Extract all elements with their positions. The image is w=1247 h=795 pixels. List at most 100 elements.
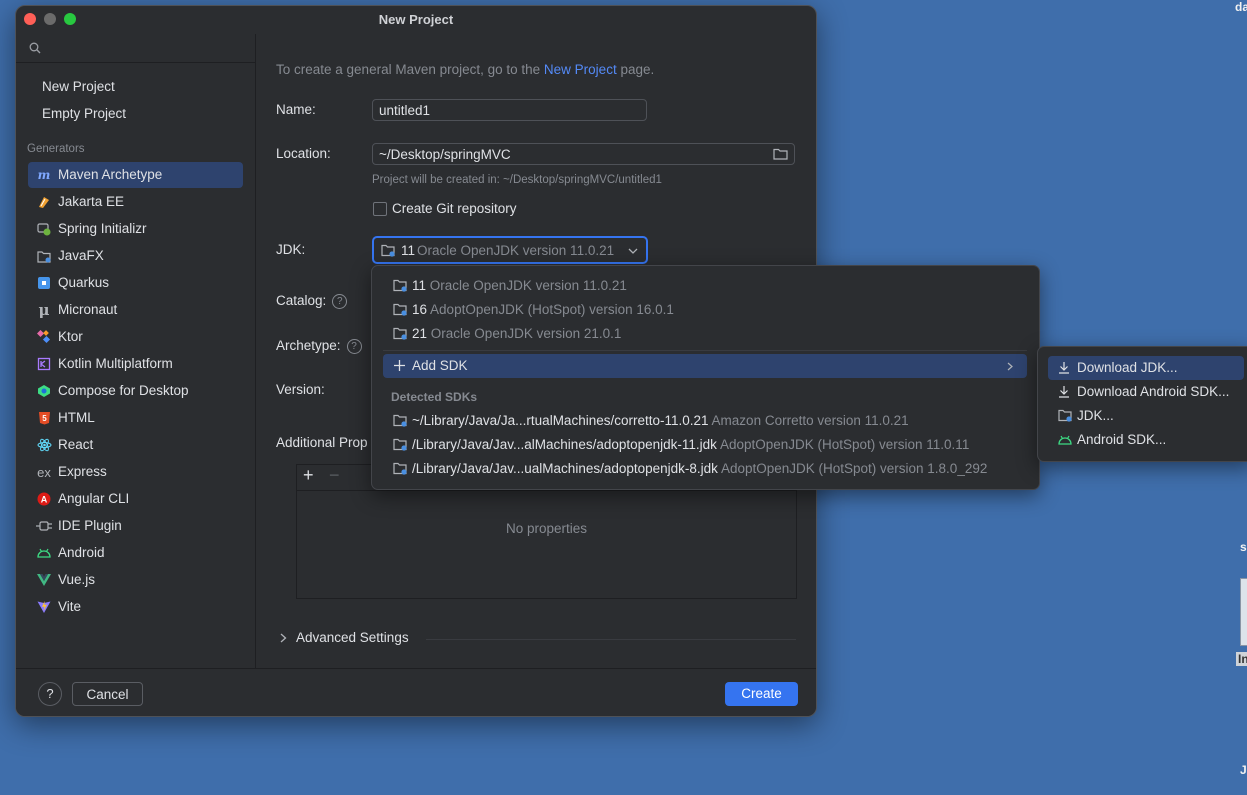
sidebar-item-compose-for-desktop[interactable]: Compose for Desktop <box>28 378 243 404</box>
sidebar-search[interactable] <box>16 34 255 63</box>
jdk-option-name: Oracle OpenJDK version 11.0.21 <box>429 278 627 293</box>
jakarta-icon <box>36 194 52 210</box>
add-sdk-label: Add SDK <box>412 358 468 373</box>
search-icon <box>29 42 41 54</box>
sidebar-item-kotlin-multiplatform[interactable]: Kotlin Multiplatform <box>28 351 243 377</box>
sidebar-item-html[interactable]: 5 HTML <box>28 405 243 431</box>
add-property-button[interactable]: + <box>303 465 314 486</box>
dialog-footer: ? Cancel Create <box>16 668 816 716</box>
desktop-label-fragment: da <box>1235 0 1247 14</box>
sidebar-item-vuejs[interactable]: Vue.js <box>28 567 243 593</box>
new-project-link[interactable]: New Project <box>544 62 617 77</box>
additional-properties-label: Additional Prop <box>276 435 368 450</box>
sidebar-item-label: Spring Initializr <box>58 221 147 236</box>
sidebar-item-ide-plugin[interactable]: IDE Plugin <box>28 513 243 539</box>
sidebar-item-maven-archetype[interactable]: m Maven Archetype <box>28 162 243 188</box>
angular-icon: A <box>36 491 52 507</box>
help-button[interactable]: ? <box>38 682 62 706</box>
maven-hint: To create a general Maven project, go to… <box>276 62 654 77</box>
desktop-file-thumbnail[interactable] <box>1240 578 1247 646</box>
sidebar-item-label: IDE Plugin <box>58 518 122 533</box>
sidebar-item-javafx[interactable]: JavaFX <box>28 243 243 269</box>
jdk-option-version: 11 <box>412 278 427 293</box>
chevron-right-icon[interactable] <box>280 633 287 643</box>
jdk-option[interactable]: 11 Oracle OpenJDK version 11.0.21 <box>383 274 1027 298</box>
express-icon: ex <box>37 464 51 480</box>
jdk-option-name: AdoptOpenJDK (HotSpot) version 16.0.1 <box>430 302 674 317</box>
create-git-checkbox[interactable] <box>373 202 387 216</box>
jdk-option[interactable]: 21 Oracle OpenJDK version 21.0.1 <box>383 322 1027 346</box>
generators-heading: Generators <box>27 143 85 155</box>
sidebar-item-label: Compose for Desktop <box>58 383 189 398</box>
sidebar-item-label: Maven Archetype <box>58 167 163 182</box>
sidebar-item-label: Vite <box>58 599 82 614</box>
sidebar-item-angular-cli[interactable]: A Angular CLI <box>28 486 243 512</box>
sdk-path: /Library/Java/Jav...alMachines/adoptopen… <box>412 437 717 452</box>
folder-icon <box>1058 409 1072 422</box>
sdk-name: AdoptOpenJDK (HotSpot) version 11.0.11 <box>719 437 970 452</box>
location-label: Location: <box>276 146 331 161</box>
desktop-label-fragment: In <box>1236 652 1247 666</box>
sidebar-item-label: Quarkus <box>58 275 110 290</box>
add-jdk-menu-item[interactable]: JDK... <box>1048 404 1244 428</box>
advanced-settings-toggle[interactable]: Advanced Settings <box>296 630 409 645</box>
submenu-item-label: Download Android SDK... <box>1077 384 1230 399</box>
archetype-label-text: Archetype: <box>276 338 341 353</box>
name-label: Name: <box>276 102 316 117</box>
hint-text: page. <box>616 62 655 77</box>
sidebar-item-spring-initializr[interactable]: Spring Initializr <box>28 216 243 242</box>
download-icon <box>1059 362 1069 374</box>
sidebar-item-empty-project[interactable]: Empty Project <box>42 106 126 121</box>
sidebar-item-jakarta-ee[interactable]: Jakarta EE <box>28 189 243 215</box>
sidebar-item-label: Jakarta EE <box>58 194 125 209</box>
create-button[interactable]: Create <box>725 682 798 706</box>
sdk-name: AdoptOpenJDK (HotSpot) version 1.8.0_292 <box>720 461 988 476</box>
sidebar-item-label: Express <box>58 464 107 479</box>
plus-icon <box>394 360 405 371</box>
sidebar-item-react[interactable]: React <box>28 432 243 458</box>
jdk-folder-icon <box>393 327 407 340</box>
submenu-item-label: Android SDK... <box>1077 432 1167 447</box>
react-icon <box>36 437 52 453</box>
download-android-sdk-menu-item[interactable]: Download Android SDK... <box>1048 380 1244 404</box>
sidebar-item-micronaut[interactable]: μ Micronaut <box>28 297 243 323</box>
jdk-folder-icon <box>393 414 407 427</box>
location-value: ~/Desktop/springMVC <box>379 147 511 162</box>
catalog-label: Catalog:? <box>276 293 348 309</box>
sdk-path: /Library/Java/Jav...ualMachines/adoptope… <box>412 461 718 476</box>
add-android-sdk-menu-item[interactable]: Android SDK... <box>1048 428 1244 452</box>
advanced-settings-divider <box>426 639 796 640</box>
detected-sdks-heading: Detected SDKs <box>391 390 478 404</box>
sidebar-item-vite[interactable]: Vite <box>28 594 243 620</box>
cancel-button[interactable]: Cancel <box>72 682 143 706</box>
jdk-dropdown[interactable]: 11 Oracle OpenJDK version 11.0.21 <box>372 236 648 264</box>
name-field[interactable]: untitled1 <box>372 99 647 121</box>
jdk-folder-icon <box>393 462 407 475</box>
sidebar-item-label: HTML <box>58 410 95 425</box>
remove-property-button[interactable]: − <box>329 465 340 486</box>
jdk-folder-icon <box>381 244 395 257</box>
download-jdk-menu-item[interactable]: Download JDK... <box>1048 356 1244 380</box>
detected-sdk-option[interactable]: ~/Library/Java/Ja...rtualMachines/corret… <box>383 409 1027 433</box>
no-properties-text: No properties <box>505 521 588 536</box>
sidebar-item-android[interactable]: Android <box>28 540 243 566</box>
location-field[interactable]: ~/Desktop/springMVC <box>372 143 795 165</box>
add-sdk-menu-item[interactable]: Add SDK <box>383 354 1027 378</box>
browse-folder-icon[interactable] <box>773 148 788 160</box>
window-title: New Project <box>378 12 454 27</box>
jdk-version: 11 <box>401 243 416 258</box>
vite-icon <box>36 599 52 615</box>
help-icon[interactable]: ? <box>332 293 348 309</box>
help-icon[interactable]: ? <box>346 338 362 354</box>
compose-icon <box>36 383 52 399</box>
sidebar-item-express[interactable]: ex Express <box>28 459 243 485</box>
sidebar-item-ktor[interactable]: Ktor <box>28 324 243 350</box>
sidebar-item-new-project[interactable]: New Project <box>42 79 115 94</box>
detected-sdk-option[interactable]: /Library/Java/Jav...alMachines/adoptopen… <box>383 433 1027 457</box>
jdk-option[interactable]: 16 AdoptOpenJDK (HotSpot) version 16.0.1 <box>383 298 1027 322</box>
sidebar-item-quarkus[interactable]: Quarkus <box>28 270 243 296</box>
jdk-option-version: 16 <box>412 302 428 317</box>
detected-sdk-option[interactable]: /Library/Java/Jav...ualMachines/adoptope… <box>383 457 1027 481</box>
svg-text:5: 5 <box>42 414 47 423</box>
jdk-option-name: Oracle OpenJDK version 21.0.1 <box>430 326 622 341</box>
